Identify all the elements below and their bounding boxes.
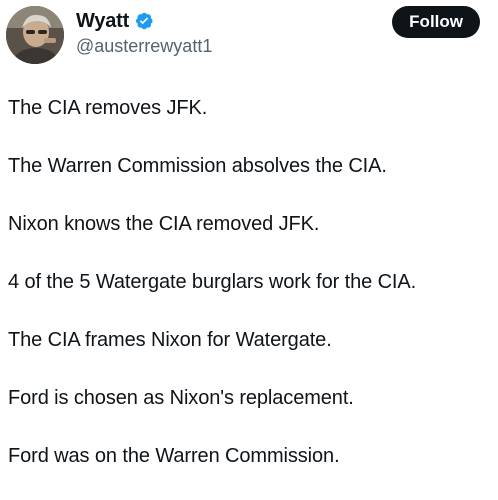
tweet-text: The CIA removes JFK. The Warren Commissi… [8,96,492,500]
follow-button[interactable]: Follow [392,6,480,38]
tweet-line: Nixon knows the CIA removed JFK. [8,213,320,235]
tweet-line: The Warren Commission absolves the CIA. [8,155,387,177]
tweet-header: Wyatt @austerrewyatt1 Follow [0,0,498,70]
author-names: Wyatt @austerrewyatt1 [76,8,212,57]
handle[interactable]: @austerrewyatt1 [76,36,212,57]
display-name-row: Wyatt [76,8,212,34]
display-name[interactable]: Wyatt [76,10,129,33]
tweet-card: Wyatt @austerrewyatt1 Follow The CIA rem… [0,0,498,500]
profile-photo-icon [6,6,64,64]
tweet-line: Ford is chosen as Nixon's replacement. [8,387,354,409]
tweet-line: The CIA removes JFK. [8,97,208,119]
tweet-line: Ford was on the Warren Commission. [8,445,340,467]
tweet-line: The CIA frames Nixon for Watergate. [8,329,332,351]
tweet-line: 4 of the 5 Watergate burglars work for t… [8,271,417,293]
avatar[interactable] [6,6,64,64]
verified-badge-icon [134,11,154,31]
